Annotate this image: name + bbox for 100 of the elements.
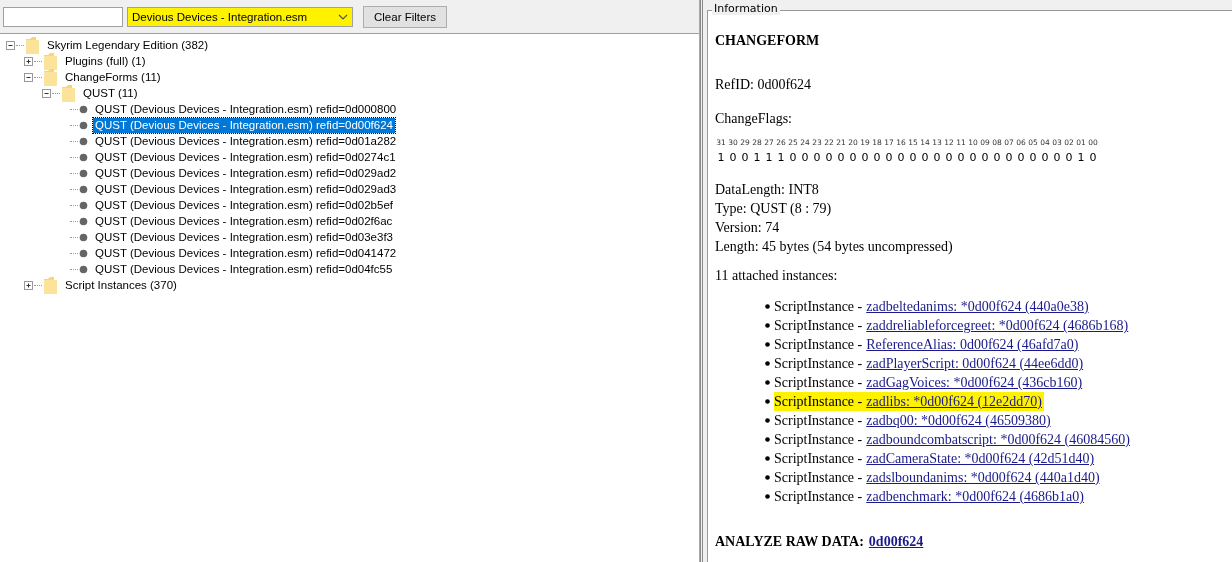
tree-item[interactable]: QUST (Devious Devices - Integration.esm) refid=0d029ad3: [93, 181, 399, 197]
bit-value: 0: [1016, 151, 1026, 164]
bullet-icon: [765, 494, 770, 499]
tree-item[interactable]: QUST (Devious Devices - Integration.esm) refid=0d00f624: [93, 117, 395, 133]
tree-item[interactable]: Plugins (full) (1): [63, 53, 148, 69]
instance-type: ScriptInstance -: [774, 317, 863, 335]
tree-item[interactable]: Skyrim Legendary Edition (382): [45, 37, 211, 53]
instance-type: ScriptInstance -: [774, 393, 863, 411]
expand-icon[interactable]: [24, 56, 33, 66]
detail-text: DataLength: INT8: [715, 181, 820, 199]
folder-icon: [43, 68, 58, 86]
bullet-icon: [765, 475, 770, 480]
bullet-icon: [79, 152, 88, 162]
collapse-icon[interactable]: [42, 88, 51, 98]
tree-item[interactable]: QUST (11): [81, 85, 140, 101]
bit-value: 1: [1076, 151, 1086, 164]
instance-link[interactable]: zadbeltedanims: *0d00f624 (440a0e38): [866, 297, 1089, 316]
bit-value: 0: [860, 151, 870, 164]
bullet-icon: [765, 304, 770, 309]
bullet-icon: [765, 456, 770, 461]
bit-value: 0: [1088, 151, 1098, 164]
bit-value: 0: [824, 151, 834, 164]
tree-item[interactable]: QUST (Devious Devices - Integration.esm) refid=0d04fc55: [93, 261, 395, 277]
bit-value: 0: [968, 151, 978, 164]
bullet-icon: [79, 248, 88, 258]
bit-value: 0: [920, 151, 930, 164]
bit-value: 0: [992, 151, 1002, 164]
instance-link[interactable]: zadCameraState: *0d00f624 (42d51d40): [866, 449, 1095, 468]
bullet-icon: [79, 136, 88, 146]
bit-value: 0: [800, 151, 810, 164]
search-field[interactable]: [3, 7, 123, 27]
raw-data-link[interactable]: 0d00f624: [868, 532, 924, 551]
refid-text: RefID: 0d00f624: [715, 76, 813, 94]
group-title: Information: [712, 2, 780, 15]
bullet-icon: [79, 184, 88, 194]
bit-value: 0: [740, 151, 750, 164]
folder-icon: [43, 52, 58, 70]
tree-item[interactable]: QUST (Devious Devices - Integration.esm) refid=0d041472: [93, 245, 399, 261]
bit-value: 0: [980, 151, 990, 164]
instance-link[interactable]: ReferenceAlias: 0d00f624 (46afd7a0): [866, 335, 1079, 354]
bullet-icon: [79, 264, 88, 274]
plugin-dropdown[interactable]: Devious Devices - Integration.esm: [127, 7, 353, 27]
bit-value: 0: [908, 151, 918, 164]
tree-item[interactable]: QUST (Devious Devices - Integration.esm) refid=0d0274c1: [93, 149, 398, 165]
instance-type: ScriptInstance -: [774, 450, 863, 468]
bit-value: 0: [848, 151, 858, 164]
instances-label: 11 attached instances:: [715, 267, 839, 285]
instance-link[interactable]: zaddreliableforcegreet: *0d00f624 (4686b168): [866, 316, 1129, 335]
raw-data-label: ANALYZE RAW DATA:: [715, 533, 864, 551]
folder-icon: [61, 84, 76, 102]
bit-value: 0: [944, 151, 954, 164]
heading: CHANGEFORM: [715, 32, 821, 50]
tree-item[interactable]: QUST (Devious Devices - Integration.esm) refid=0d02f6ac: [93, 213, 395, 229]
bit-value: 0: [884, 151, 894, 164]
instance-link[interactable]: zadbq00: *0d00f624 (46509380): [866, 411, 1051, 430]
tree-item[interactable]: Script Instances (370): [63, 277, 179, 293]
bullet-icon: [79, 216, 88, 226]
instance-link[interactable]: zadslboundanims: *0d00f624 (440a1d40): [866, 468, 1100, 487]
bullet-icon: [765, 418, 770, 423]
instance-link[interactable]: zadGagVoices: *0d00f624 (436cb160): [866, 373, 1083, 392]
expand-icon[interactable]: [24, 280, 33, 290]
instance-link[interactable]: zadboundcombatscript: *0d00f624 (46084560): [866, 430, 1130, 449]
bullet-icon: [765, 399, 770, 404]
instance-link[interactable]: zadlibs: *0d00f624 (12e2dd70): [866, 392, 1042, 411]
tree-item[interactable]: ChangeForms (11): [63, 69, 163, 85]
bit-value: 0: [1040, 151, 1050, 164]
instance-type: ScriptInstance -: [774, 431, 863, 449]
tree-item[interactable]: QUST (Devious Devices - Integration.esm) refid=0d03e3f3: [93, 229, 395, 245]
instance-type: ScriptInstance -: [774, 355, 863, 373]
bit-value: 0: [788, 151, 798, 164]
clear-filters-button[interactable]: Clear Filters: [363, 6, 447, 28]
tree-item[interactable]: QUST (Devious Devices - Integration.esm) refid=0d029ad2: [93, 165, 399, 181]
bit-value: 0: [1028, 151, 1038, 164]
folder-icon: [43, 276, 58, 294]
instance-link[interactable]: zadPlayerScript: 0d00f624 (44ee6dd0): [866, 354, 1084, 373]
bullet-icon: [765, 361, 770, 366]
detail-text: Type: QUST (8 : 79): [715, 200, 833, 218]
bit-value: 0: [1004, 151, 1014, 164]
bit-value: 0: [812, 151, 822, 164]
tree-item[interactable]: QUST (Devious Devices - Integration.esm) refid=0d01a282: [93, 133, 399, 149]
instance-type: ScriptInstance -: [774, 412, 863, 430]
instance-type: ScriptInstance -: [774, 374, 863, 392]
collapse-icon[interactable]: [6, 40, 15, 50]
tree-item[interactable]: QUST (Devious Devices - Integration.esm) refid=0d000800: [93, 101, 399, 117]
tree-item[interactable]: QUST (Devious Devices - Integration.esm) refid=0d02b5ef: [93, 197, 395, 213]
instance-type: ScriptInstance -: [774, 336, 863, 354]
chevron-down-icon: [338, 14, 348, 20]
bullet-icon: [765, 323, 770, 328]
bit-value: 0: [728, 151, 738, 164]
bit-value: 0: [836, 151, 846, 164]
bit-value: 0: [872, 151, 882, 164]
detail-text: Length: 45 bytes (54 bytes uncompressed): [715, 238, 954, 256]
bullet-icon: [765, 342, 770, 347]
bit-value: 1: [776, 151, 786, 164]
bullet-icon: [765, 380, 770, 385]
instance-link[interactable]: zadbenchmark: *0d00f624 (4686b1a0): [866, 487, 1084, 506]
detail-text: Version: 74: [715, 219, 781, 237]
bit-value: 0: [956, 151, 966, 164]
collapse-icon[interactable]: [24, 72, 33, 82]
instance-type: ScriptInstance -: [774, 488, 863, 506]
